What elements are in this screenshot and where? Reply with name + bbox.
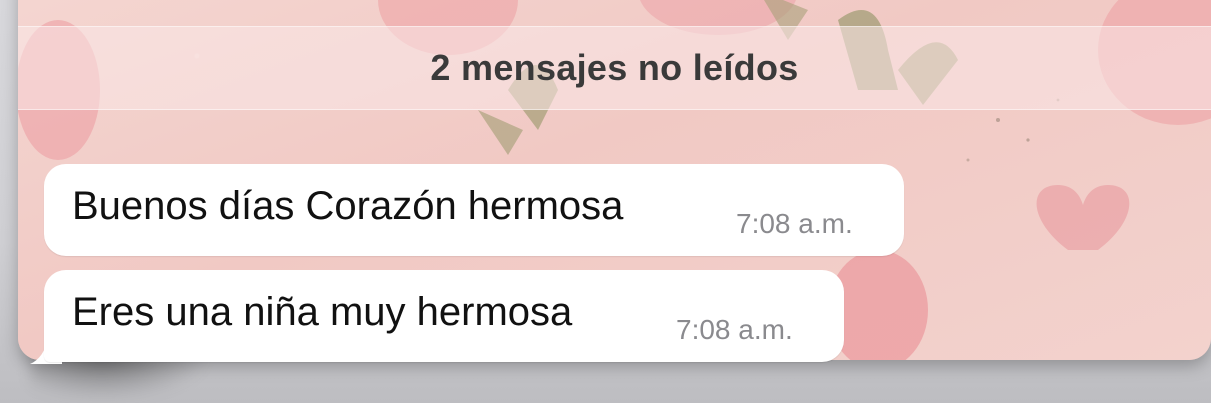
message-timestamp: 7:08 a.m. [736, 208, 853, 239]
message-timestamp: 7:08 a.m. [676, 314, 793, 345]
unread-messages-banner: 2 mensajes no leídos [18, 26, 1211, 110]
incoming-message-bubble[interactable]: Buenos días Corazón hermosa 7:08 a.m. [44, 164, 904, 256]
incoming-message-bubble[interactable]: Eres una niña muy hermosa 7:08 a.m. [44, 270, 844, 362]
message-text: Buenos días Corazón hermosa [72, 184, 624, 228]
unread-count-label: 2 mensajes no leídos [430, 47, 799, 88]
message-text: Eres una niña muy hermosa [72, 290, 573, 334]
